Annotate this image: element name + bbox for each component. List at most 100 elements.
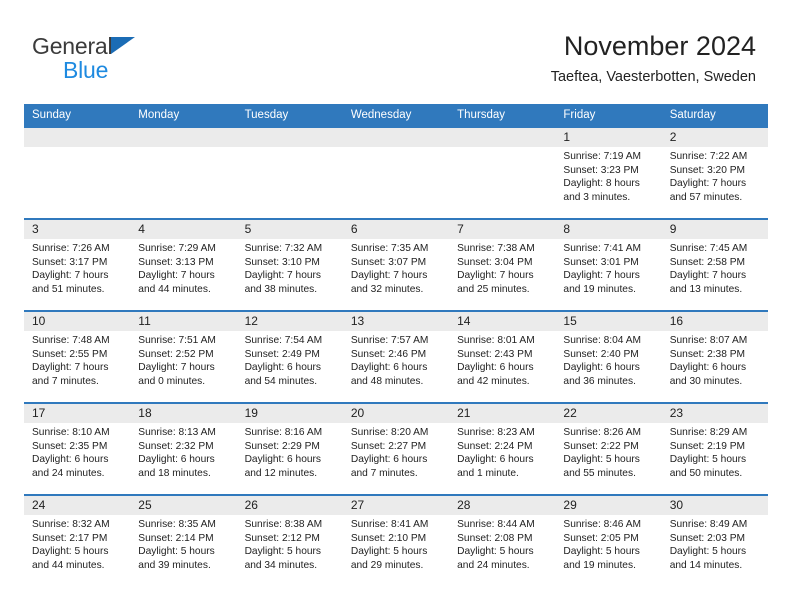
calendar-day-cell[interactable]: 11 Sunrise: 7:51 AM Sunset: 2:52 PM Dayligh…	[130, 310, 237, 403]
sunrise-text: Sunrise: 7:26 AM	[32, 243, 110, 254]
weekday-header-monday: Monday	[130, 104, 237, 127]
day-detail-list: Sunrise: 8:04 AM Sunset: 2:40 PM Daylight:…	[555, 331, 661, 388]
calendar-day-cell[interactable]: 2 Sunrise: 7:22 AM Sunset: 3:20 PM Daylight…	[661, 126, 768, 219]
calendar-day-cell[interactable]: 24 Sunrise: 8:32 AM Sunset: 2:17 PM Dayligh…	[24, 494, 131, 586]
daylight-text: Daylight: 5 hours	[669, 546, 747, 558]
calendar-day-cell[interactable]: 18 Sunrise: 8:13 AM Sunset: 2:32 PM Dayligh…	[130, 402, 237, 495]
calendar-day-cell[interactable]: 5 Sunrise: 7:32 AM Sunset: 3:10 PM Daylight…	[236, 218, 343, 311]
daylight-text: Daylight: 7 hours	[669, 270, 747, 282]
sunset-text: Sunset: 2:55 PM	[32, 348, 108, 360]
calendar-day-cell-empty	[24, 126, 131, 219]
calendar-day-cell[interactable]: 23 Sunrise: 8:29 AM Sunset: 2:19 PM Dayligh…	[661, 402, 768, 495]
daylight-text-cont: and 30 minutes.	[669, 375, 743, 387]
weekday-header-sunday: Sunday	[24, 104, 131, 127]
daylight-text-cont: and 44 minutes.	[32, 559, 105, 571]
calendar-day-cell[interactable]: 8 Sunrise: 7:41 AM Sunset: 3:01 PM Daylight…	[555, 218, 662, 311]
sunrise-text: Sunrise: 7:51 AM	[138, 335, 216, 346]
calendar-day-cell[interactable]: 28 Sunrise: 8:44 AM Sunset: 2:08 PM Dayligh…	[449, 494, 556, 586]
daylight-text: Daylight: 7 hours	[32, 362, 109, 374]
day-detail-list	[449, 147, 555, 150]
sunrise-text: Sunrise: 8:10 AM	[32, 427, 110, 438]
daylight-text: Daylight: 7 hours	[138, 362, 215, 374]
calendar-day-cell[interactable]: 13 Sunrise: 7:57 AM Sunset: 2:46 PM Dayligh…	[342, 310, 450, 403]
calendar-day-cell[interactable]: 22 Sunrise: 8:26 AM Sunset: 2:22 PM Dayligh…	[555, 402, 662, 495]
daylight-text: Daylight: 7 hours	[138, 270, 215, 282]
day-number: 30	[661, 496, 768, 515]
calendar-day-cell[interactable]: 26 Sunrise: 8:38 AM Sunset: 2:12 PM Dayligh…	[236, 494, 343, 586]
calendar-grid: Sunday Monday Tuesday Wednesday Thursday…	[24, 104, 768, 586]
day-detail-list: Sunrise: 8:32 AM Sunset: 2:17 PM Daylight:…	[24, 515, 130, 572]
sunrise-text: Sunrise: 8:29 AM	[669, 427, 748, 438]
day-detail-list: Sunrise: 7:22 AM Sunset: 3:20 PM Daylight:…	[662, 147, 768, 204]
daylight-text-cont: and 54 minutes.	[244, 375, 318, 387]
sunrise-text: Sunrise: 8:46 AM	[563, 519, 641, 530]
daylight-text: Daylight: 5 hours	[244, 546, 322, 558]
day-detail-list: Sunrise: 8:07 AM Sunset: 2:38 PM Daylight:…	[662, 331, 768, 388]
calendar-day-cell[interactable]: 19 Sunrise: 8:16 AM Sunset: 2:29 PM Dayligh…	[236, 402, 343, 495]
sunrise-text: Sunrise: 7:57 AM	[350, 335, 429, 346]
calendar-day-cell[interactable]: 20 Sunrise: 8:20 AM Sunset: 2:27 PM Dayligh…	[342, 402, 450, 495]
calendar-day-cell[interactable]: 7 Sunrise: 7:38 AM Sunset: 3:04 PM Daylight…	[449, 218, 556, 311]
logo-word-blue: Blue	[63, 57, 109, 83]
day-number: 21	[449, 404, 556, 423]
daylight-text: Daylight: 5 hours	[32, 546, 109, 558]
daylight-text-cont: and 19 minutes.	[563, 283, 636, 295]
sunrise-text: Sunrise: 8:49 AM	[669, 519, 748, 530]
sunrise-text: Sunrise: 8:26 AM	[563, 427, 641, 438]
calendar-day-cell[interactable]: 9 Sunrise: 7:45 AM Sunset: 2:58 PM Daylight…	[661, 218, 768, 311]
day-detail-list: Sunrise: 8:13 AM Sunset: 2:32 PM Daylight:…	[130, 423, 236, 480]
day-number: 4	[130, 220, 237, 239]
sunrise-text: Sunrise: 7:54 AM	[244, 335, 323, 346]
daylight-text: Daylight: 6 hours	[244, 362, 322, 374]
day-detail-list: Sunrise: 8:26 AM Sunset: 2:22 PM Daylight:…	[555, 423, 661, 480]
sunset-text: Sunset: 2:27 PM	[350, 440, 427, 452]
calendar-body: 1 Sunrise: 7:19 AM Sunset: 3:23 PM Daylight…	[24, 126, 768, 586]
calendar-day-cell[interactable]: 4 Sunrise: 7:29 AM Sunset: 3:13 PM Daylight…	[130, 218, 237, 311]
calendar-day-cell[interactable]: 1 Sunrise: 7:19 AM Sunset: 3:23 PM Daylight…	[555, 126, 662, 219]
daylight-text: Daylight: 6 hours	[563, 362, 640, 374]
calendar-week-row: 10 Sunrise: 7:48 AM Sunset: 2:55 PM Dayligh…	[24, 310, 768, 403]
calendar-day-cell[interactable]: 10 Sunrise: 7:48 AM Sunset: 2:55 PM Dayligh…	[24, 310, 131, 403]
calendar-day-cell[interactable]: 30 Sunrise: 8:49 AM Sunset: 2:03 PM Dayligh…	[661, 494, 768, 586]
day-number: 28	[449, 496, 556, 515]
sunrise-text: Sunrise: 7:19 AM	[563, 151, 641, 162]
day-detail-list: Sunrise: 7:48 AM Sunset: 2:55 PM Daylight:…	[24, 331, 130, 388]
day-number	[24, 128, 131, 147]
daylight-text: Daylight: 5 hours	[457, 546, 534, 558]
weekday-header-friday: Friday	[555, 104, 662, 127]
daylight-text: Daylight: 6 hours	[350, 362, 428, 374]
calendar-day-cell-empty	[449, 126, 556, 219]
daylight-text-cont: and 50 minutes.	[669, 467, 743, 479]
calendar-day-cell[interactable]: 21 Sunrise: 8:23 AM Sunset: 2:24 PM Dayligh…	[449, 402, 556, 495]
sunset-text: Sunset: 2:08 PM	[457, 532, 533, 544]
calendar-day-cell[interactable]: 6 Sunrise: 7:35 AM Sunset: 3:07 PM Daylight…	[342, 218, 450, 311]
brand-logo[interactable]: General Blue	[32, 34, 242, 88]
calendar-day-cell[interactable]: 15 Sunrise: 8:04 AM Sunset: 2:40 PM Dayligh…	[555, 310, 662, 403]
calendar-day-cell[interactable]: 3 Sunrise: 7:26 AM Sunset: 3:17 PM Daylight…	[24, 218, 131, 311]
calendar-day-cell[interactable]: 17 Sunrise: 8:10 AM Sunset: 2:35 PM Dayligh…	[24, 402, 131, 495]
daylight-text-cont: and 32 minutes.	[350, 283, 424, 295]
day-number: 5	[236, 220, 343, 239]
day-number: 29	[555, 496, 662, 515]
sunset-text: Sunset: 3:10 PM	[244, 256, 320, 268]
calendar-day-cell[interactable]: 27 Sunrise: 8:41 AM Sunset: 2:10 PM Dayligh…	[342, 494, 450, 586]
day-detail-list: Sunrise: 8:16 AM Sunset: 2:29 PM Daylight:…	[237, 423, 343, 480]
daylight-text: Daylight: 8 hours	[563, 178, 640, 190]
calendar-day-cell[interactable]: 25 Sunrise: 8:35 AM Sunset: 2:14 PM Dayligh…	[130, 494, 237, 586]
calendar-day-cell[interactable]: 16 Sunrise: 8:07 AM Sunset: 2:38 PM Dayligh…	[661, 310, 768, 403]
daylight-text-cont: and 34 minutes.	[244, 559, 318, 571]
daylight-text: Daylight: 5 hours	[350, 546, 428, 558]
calendar-day-cell[interactable]: 14 Sunrise: 8:01 AM Sunset: 2:43 PM Dayligh…	[449, 310, 556, 403]
day-detail-list: Sunrise: 7:35 AM Sunset: 3:07 PM Daylight:…	[343, 239, 449, 296]
day-detail-list: Sunrise: 7:45 AM Sunset: 2:58 PM Daylight:…	[662, 239, 768, 296]
daylight-text-cont: and 0 minutes.	[138, 375, 206, 387]
sunrise-text: Sunrise: 8:20 AM	[350, 427, 429, 438]
calendar-day-cell[interactable]: 29 Sunrise: 8:46 AM Sunset: 2:05 PM Dayligh…	[555, 494, 662, 586]
daylight-text-cont: and 7 minutes.	[350, 467, 418, 479]
calendar-page: General Blue November 2024 Taeftea, Vaes…	[0, 0, 792, 612]
calendar-day-cell[interactable]: 12 Sunrise: 7:54 AM Sunset: 2:49 PM Dayligh…	[236, 310, 343, 403]
daylight-text-cont: and 42 minutes.	[457, 375, 530, 387]
daylight-text-cont: and 29 minutes.	[350, 559, 424, 571]
daylight-text: Daylight: 6 hours	[244, 454, 322, 466]
day-detail-list: Sunrise: 8:35 AM Sunset: 2:14 PM Daylight:…	[130, 515, 236, 572]
